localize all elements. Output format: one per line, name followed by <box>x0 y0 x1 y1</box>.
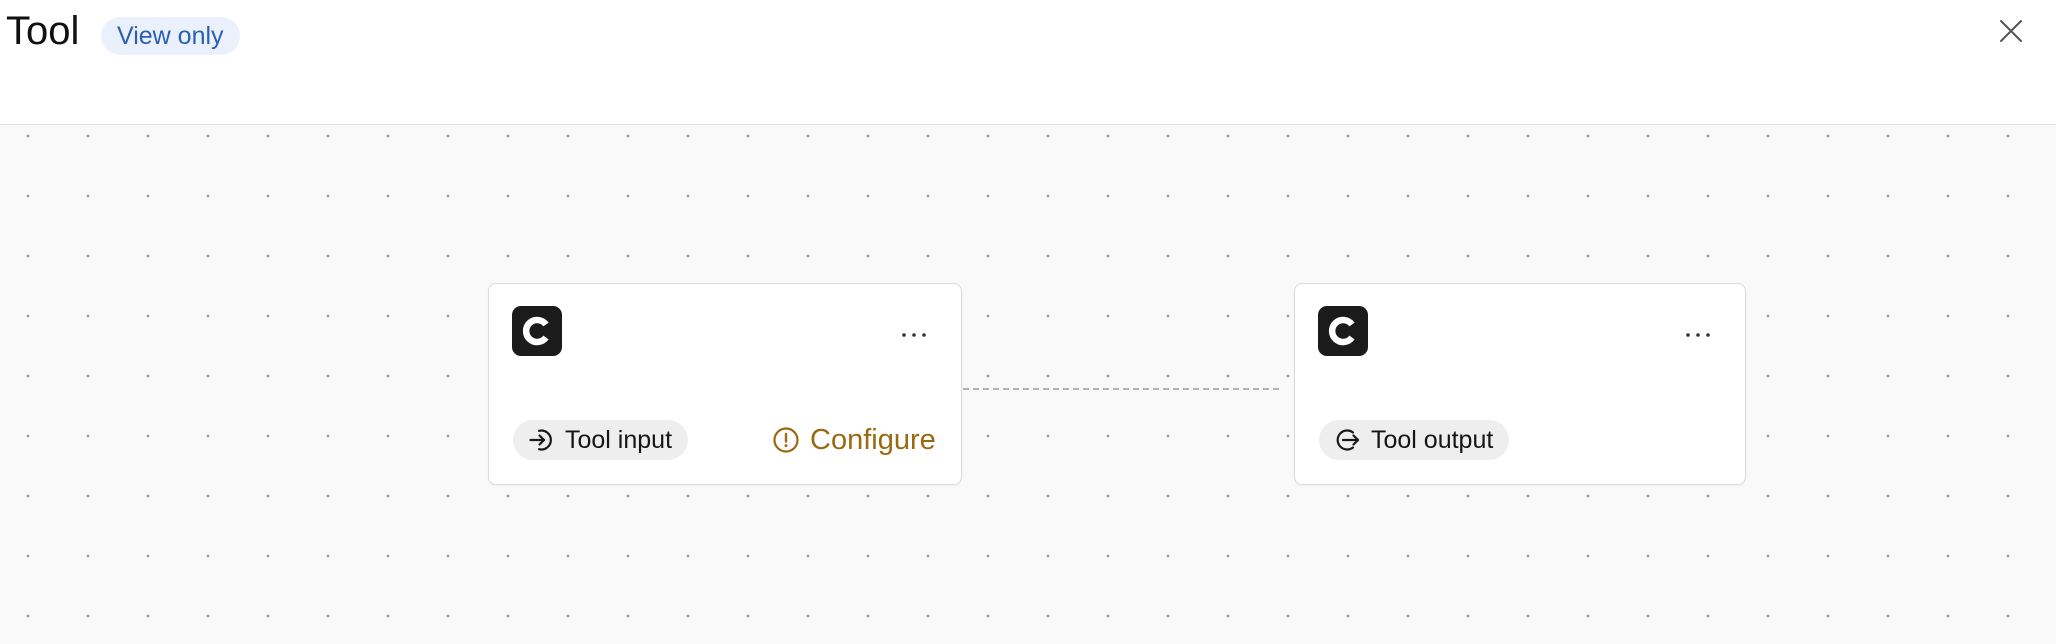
sign-out-icon <box>1336 429 1360 451</box>
tool-output-node[interactable]: Tool output <box>1294 283 1746 485</box>
configure-label: Configure <box>810 423 936 456</box>
view-only-badge: View only <box>101 17 240 55</box>
close-button[interactable] <box>1992 12 2030 50</box>
more-horizontal-icon <box>1686 333 1710 337</box>
tool-output-label: Tool output <box>1371 425 1494 454</box>
tool-input-node[interactable]: Tool input Configure <box>488 283 962 485</box>
panel-header: Tool View only <box>0 0 2056 125</box>
configure-link[interactable]: Configure <box>772 420 936 460</box>
app-logo <box>512 306 562 356</box>
close-icon <box>2000 20 2022 42</box>
more-horizontal-icon <box>902 333 926 337</box>
sign-in-icon <box>529 429 552 451</box>
node-menu-button[interactable] <box>894 320 934 350</box>
node-menu-button[interactable] <box>1678 320 1718 350</box>
warning-circle-icon <box>773 427 799 453</box>
connector-edge <box>963 388 1282 390</box>
workflow-canvas[interactable]: Tool input Configure Tool output <box>0 125 2056 644</box>
tool-input-pill[interactable]: Tool input <box>513 420 689 460</box>
c-logo-icon <box>522 316 549 346</box>
tool-output-pill[interactable]: Tool output <box>1319 420 1510 460</box>
tool-input-label: Tool input <box>565 425 673 454</box>
page-title: Tool <box>6 9 80 53</box>
c-logo-icon <box>1328 316 1355 346</box>
app-logo <box>1318 306 1368 356</box>
